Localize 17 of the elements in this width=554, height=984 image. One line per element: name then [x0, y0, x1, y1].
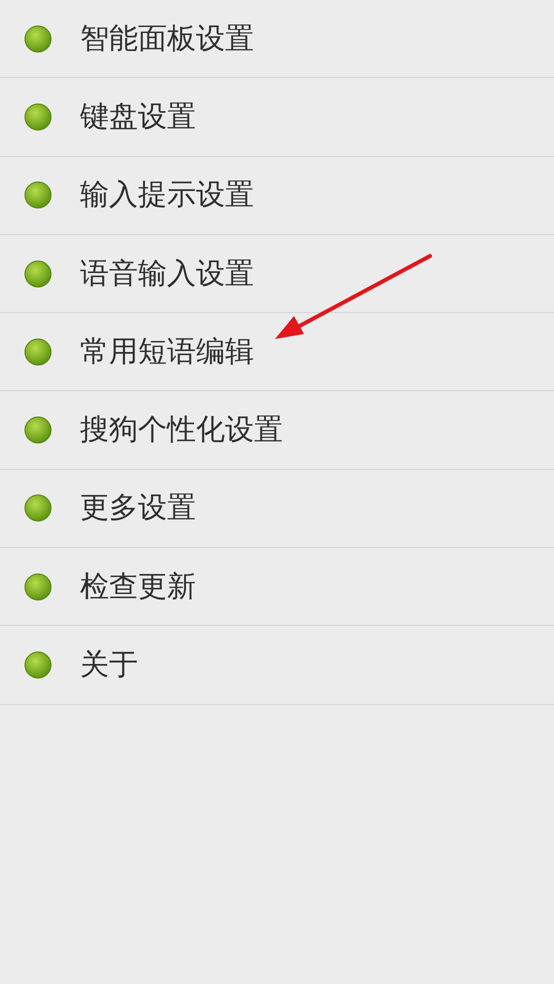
menu-item[interactable]: 语音输入设置	[0, 234, 554, 314]
menu-item[interactable]: 检查更新	[0, 548, 554, 626]
menu-item[interactable]: 智能面板设置	[0, 0, 554, 78]
menu-item[interactable]: 搜狗个性化设置	[0, 391, 554, 470]
bullet-icon	[24, 572, 52, 601]
bullet-icon	[24, 338, 52, 366]
menu-item[interactable]: 键盘设置	[0, 78, 554, 157]
menu-item[interactable]: 关于	[0, 626, 554, 705]
bullet-icon	[24, 416, 52, 444]
menu-item[interactable]: 更多设置	[0, 470, 554, 548]
bullet-icon	[24, 494, 52, 522]
menu-item[interactable]: 输入提示设置	[0, 156, 554, 235]
bullet-icon	[24, 102, 52, 131]
bullet-icon	[24, 260, 52, 288]
bullet-icon	[24, 181, 52, 210]
bullet-icon	[24, 651, 52, 680]
bullet-icon	[24, 24, 52, 53]
